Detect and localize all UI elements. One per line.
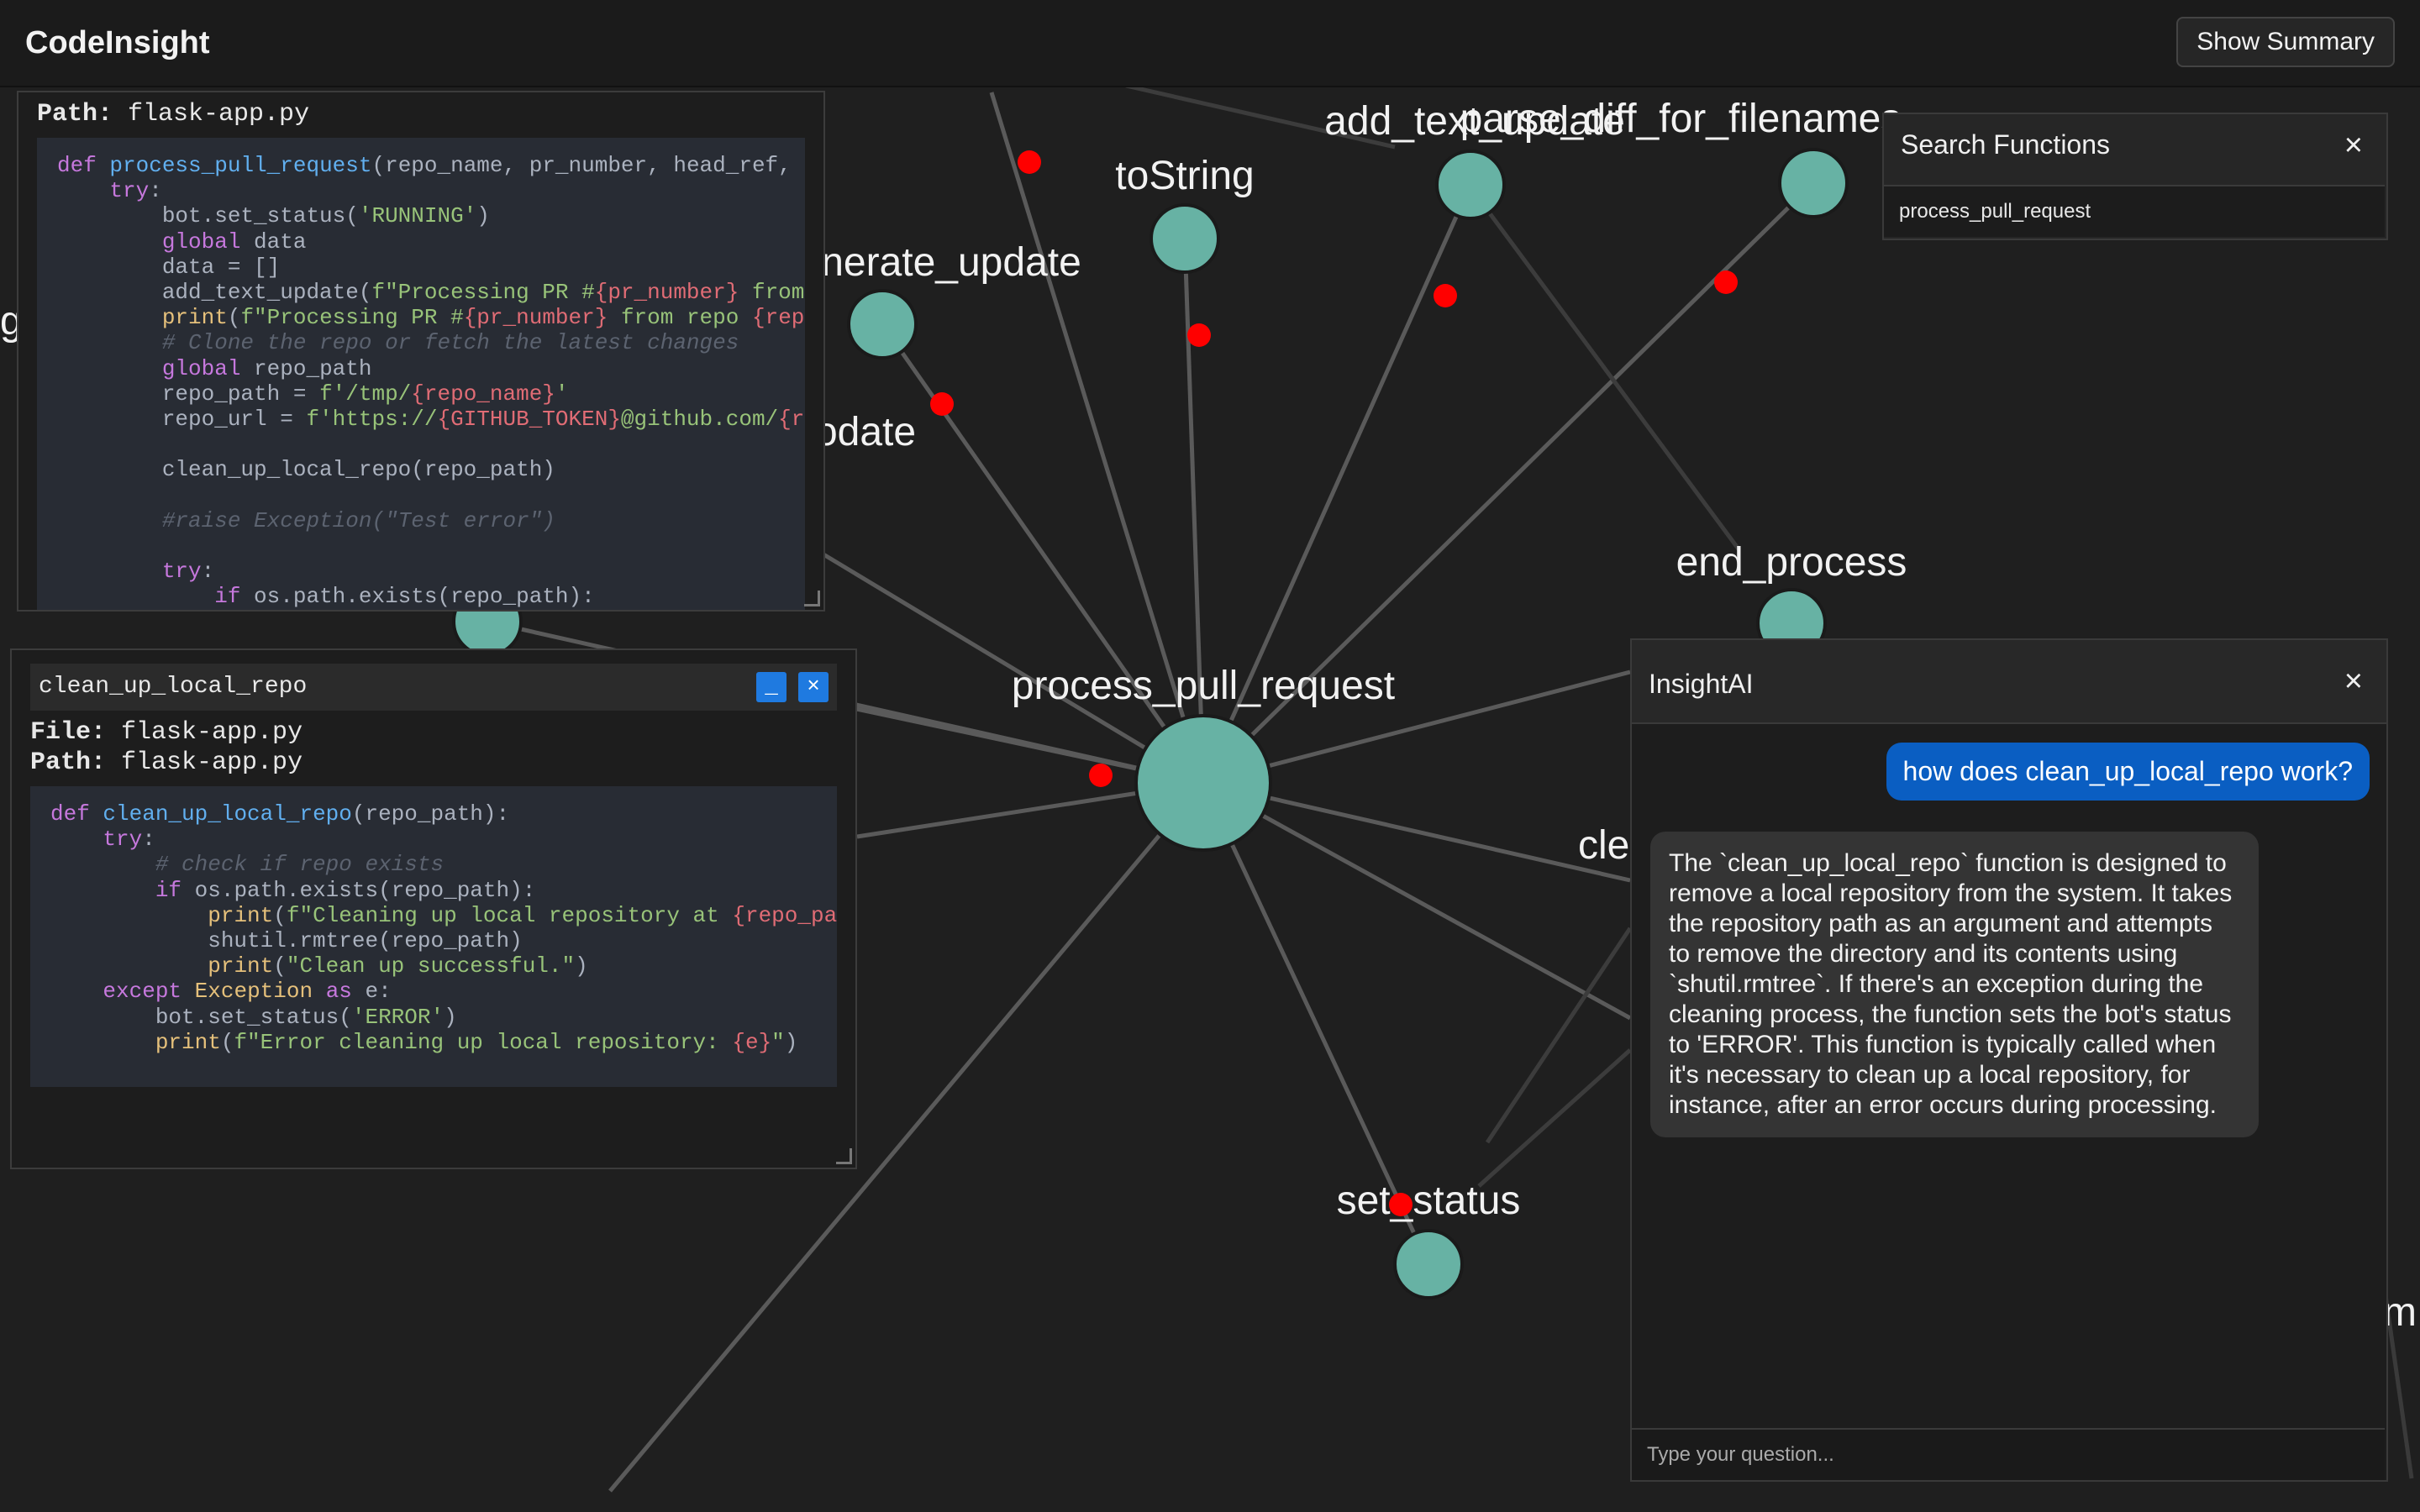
node-process-pull-request[interactable] bbox=[1134, 714, 1272, 852]
edge bbox=[1485, 208, 1742, 552]
path-label: Path: bbox=[30, 748, 107, 777]
resize-handle[interactable] bbox=[836, 1148, 852, 1164]
edge bbox=[880, 323, 1206, 785]
code-block: def clean_up_local_repo(repo_path): try:… bbox=[30, 786, 837, 1087]
path-label: Path: bbox=[37, 100, 113, 129]
search-title: Search Functions bbox=[1901, 129, 2111, 160]
code-panel-clean-up-local-repo[interactable]: clean_up_local_repo _ × File: flask-app.… bbox=[10, 648, 857, 1169]
code-block: def process_pull_request(repo_name, pr_n… bbox=[37, 138, 805, 610]
insight-ai-panel: InsightAI × how does clean_up_local_repo… bbox=[1630, 638, 2388, 1482]
search-input[interactable] bbox=[1884, 185, 2385, 237]
label-set-status: set_status bbox=[1337, 1179, 1521, 1223]
path-row: Path: flask-app.py bbox=[18, 92, 823, 129]
label-end-process: end_process bbox=[1676, 540, 1907, 585]
label-generate-update: nerate_update bbox=[821, 240, 1081, 285]
edge-marker bbox=[1089, 764, 1113, 787]
show-summary-button[interactable]: Show Summary bbox=[2176, 17, 2395, 67]
path-row: Path: flask-app.py bbox=[12, 748, 855, 778]
label-clean: cle bbox=[1578, 823, 1629, 868]
node-generate-update[interactable] bbox=[847, 289, 918, 360]
node-parse-diff-for-filenames[interactable] bbox=[1778, 148, 1849, 218]
panel-title: clean_up_local_repo bbox=[39, 674, 308, 700]
label-process-pull-request: process_pull_request bbox=[1012, 664, 1395, 708]
top-bar: CodeInsight Show Summary bbox=[0, 0, 2420, 87]
edge-marker bbox=[1187, 323, 1211, 347]
assistant-message: The `clean_up_local_repo` function is de… bbox=[1650, 832, 2259, 1137]
search-functions-panel: Search Functions × bbox=[1882, 113, 2388, 240]
path-value: flask-app.py bbox=[128, 100, 310, 129]
path-value: flask-app.py bbox=[121, 748, 303, 777]
close-button[interactable]: × bbox=[798, 672, 829, 702]
edge-marker bbox=[1018, 150, 1041, 174]
label-parse-diff-for-filenames: parse_diff_for_filenames bbox=[1460, 97, 1902, 141]
user-message: how does clean_up_local_repo work? bbox=[1886, 743, 2370, 801]
label-update: odate bbox=[815, 410, 916, 454]
edge bbox=[1202, 780, 1632, 1021]
edge-marker bbox=[1714, 270, 1738, 294]
file-row: File: flask-app.py bbox=[12, 711, 855, 748]
insight-header: InsightAI × bbox=[1632, 640, 2386, 724]
node-to-string[interactable] bbox=[1150, 203, 1220, 274]
app-brand: CodeInsight bbox=[25, 25, 210, 60]
close-icon[interactable]: × bbox=[2344, 664, 2363, 700]
file-value: flask-app.py bbox=[121, 718, 303, 747]
edge-marker bbox=[930, 392, 954, 416]
question-input[interactable] bbox=[1632, 1428, 2385, 1480]
minimize-button[interactable]: _ bbox=[756, 672, 786, 702]
node-set-status[interactable] bbox=[1393, 1229, 1464, 1299]
file-label: File: bbox=[30, 718, 107, 747]
insight-title: InsightAI bbox=[1649, 669, 1754, 699]
edge bbox=[1485, 927, 1633, 1144]
close-icon[interactable]: × bbox=[2344, 128, 2363, 164]
code-panel-process-pull-request[interactable]: Path: flask-app.py def process_pull_requ… bbox=[17, 91, 825, 612]
panel-title-bar[interactable]: clean_up_local_repo _ × bbox=[30, 664, 837, 711]
node-add-text-update[interactable] bbox=[1435, 150, 1506, 220]
resize-handle[interactable] bbox=[804, 591, 820, 606]
label-to-string: toString bbox=[1115, 154, 1254, 198]
edge-marker bbox=[1434, 284, 1457, 307]
